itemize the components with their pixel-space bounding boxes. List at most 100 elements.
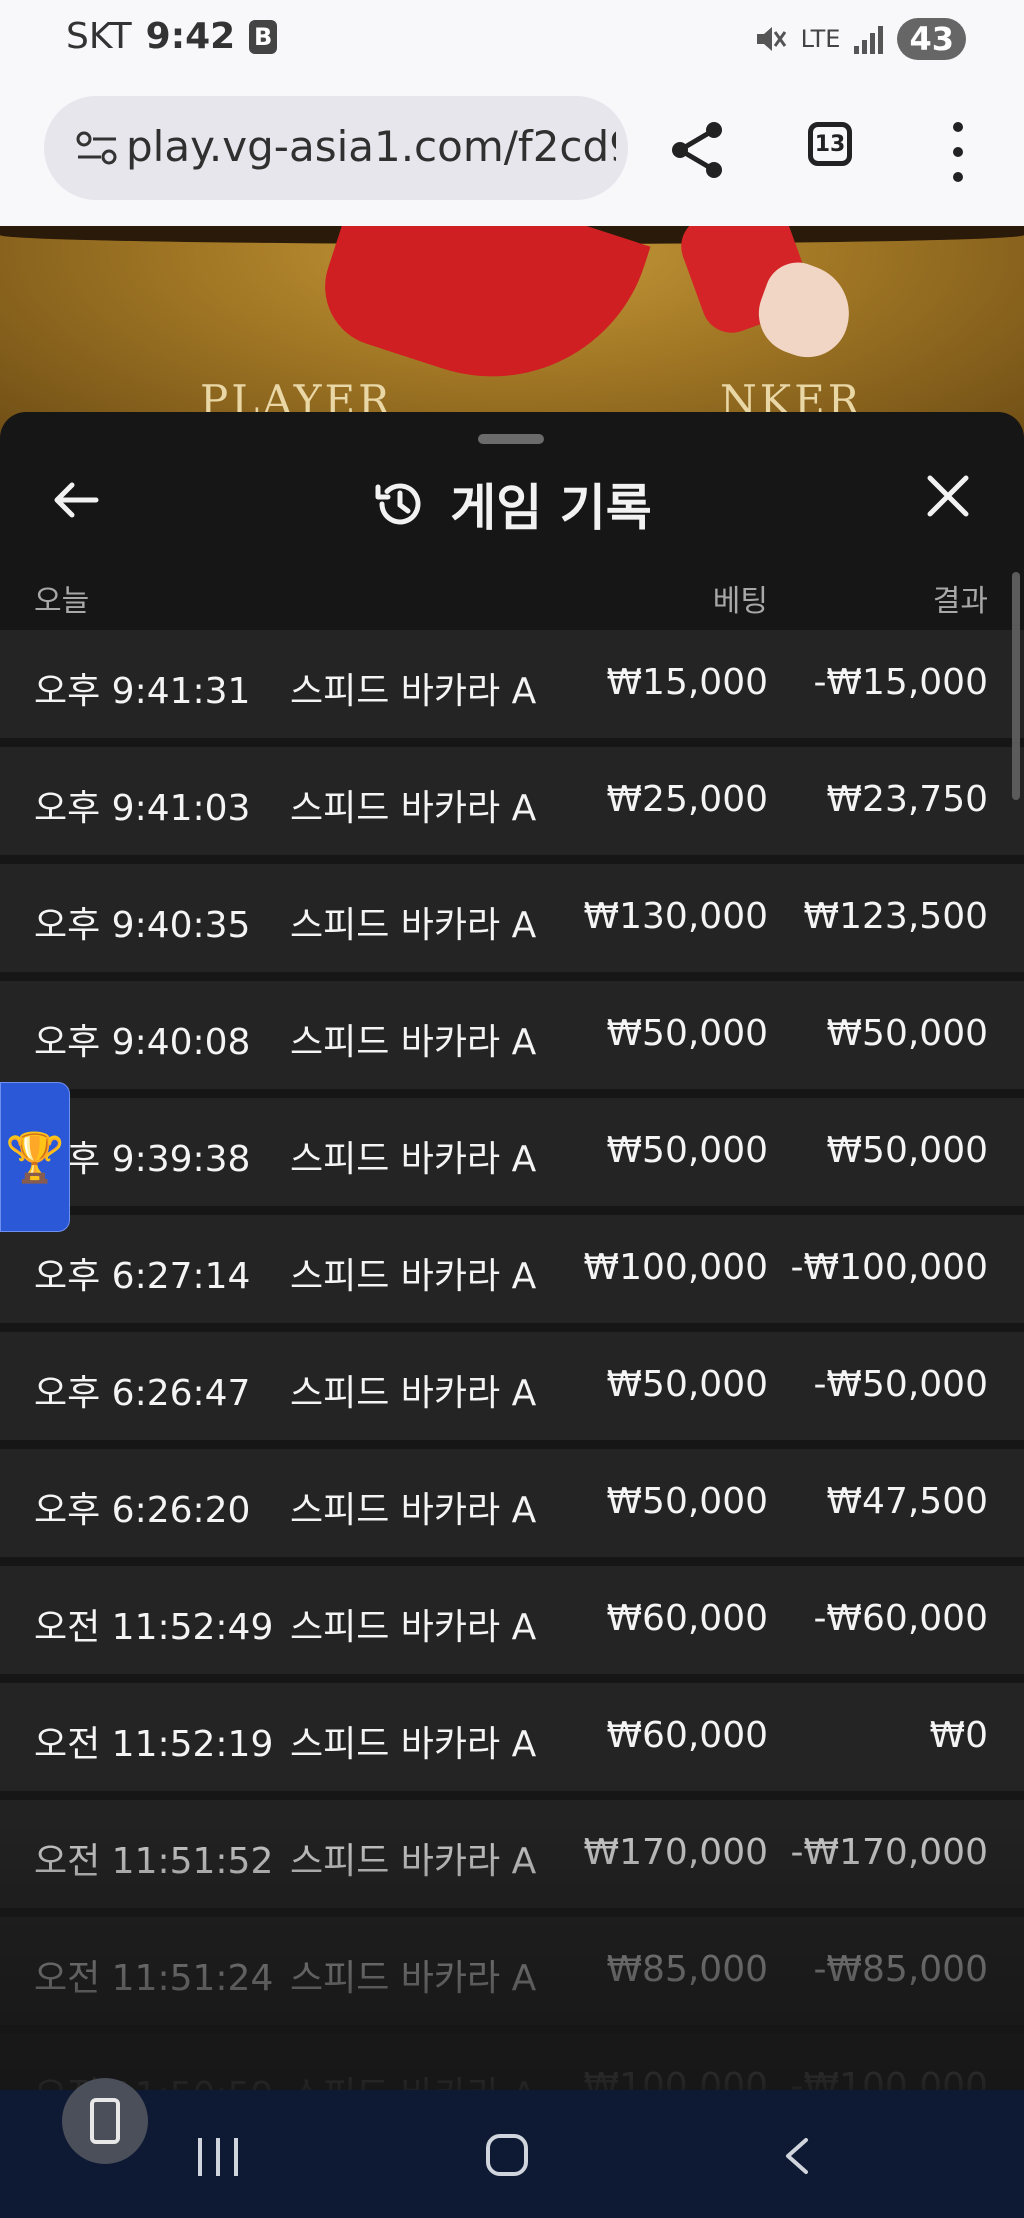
game-history-panel: 게임 기록 오늘 베팅 결과 오후 9:41:31 스피드 바카라 A ₩15,… bbox=[0, 412, 1024, 2092]
row-result: -₩100,000 bbox=[790, 1247, 988, 1288]
history-row[interactable]: 오전 11:52:19 스피드 바카라 A ₩60,000 ₩0 bbox=[0, 1683, 1024, 1791]
tab-switcher-button[interactable]: 13 bbox=[808, 122, 852, 166]
share-icon[interactable] bbox=[666, 118, 730, 182]
battery-indicator: 43 bbox=[897, 18, 966, 60]
recents-button[interactable] bbox=[198, 2138, 238, 2176]
row-game: 스피드 바카라 A bbox=[290, 1139, 537, 1180]
row-bet: ₩60,000 bbox=[606, 1715, 768, 1756]
row-game: 스피드 바카라 A bbox=[290, 2066, 536, 2092]
signal-icon bbox=[854, 24, 884, 54]
row-game: 스피드 바카라 A bbox=[290, 1724, 537, 1765]
trophy-icon: 🏆 bbox=[5, 1129, 65, 1186]
row-result: -₩60,000 bbox=[813, 1598, 988, 1639]
home-button[interactable] bbox=[486, 2134, 528, 2176]
close-icon[interactable] bbox=[922, 470, 974, 522]
row-time: 오전 11:50:59 bbox=[34, 2066, 273, 2092]
history-row[interactable]: 오후 6:26:47 스피드 바카라 A ₩50,000 -₩50,000 bbox=[0, 1332, 1024, 1440]
history-row[interactable]: 오후 6:27:14 스피드 바카라 A ₩100,000 -₩100,000 bbox=[0, 1215, 1024, 1323]
history-icon bbox=[375, 483, 421, 525]
system-nav-bar bbox=[0, 2078, 1024, 2218]
row-time: 오후 6:27:14 bbox=[34, 1256, 251, 1297]
header-bet: 베팅 bbox=[712, 584, 768, 619]
row-game: 스피드 바카라 A bbox=[290, 1490, 537, 1531]
header-date: 오늘 bbox=[34, 584, 90, 619]
history-row[interactable]: 오전 11:50:59 스피드 바카라 A ₩100,000 -₩100,000 bbox=[0, 2034, 1024, 2092]
scrollbar[interactable] bbox=[1012, 572, 1020, 800]
panel-header: 게임 기록 bbox=[0, 468, 1024, 540]
more-menu-icon[interactable] bbox=[946, 122, 970, 182]
row-result: ₩50,000 bbox=[826, 1013, 988, 1054]
row-time: 오후 6:26:47 bbox=[34, 1373, 251, 1414]
history-row[interactable]: 오후 9:41:31 스피드 바카라 A ₩15,000 -₩15,000 bbox=[0, 630, 1024, 738]
row-bet: ₩25,000 bbox=[606, 779, 768, 820]
row-result: ₩47,500 bbox=[826, 1481, 988, 1522]
row-game: 스피드 바카라 A bbox=[290, 905, 537, 946]
history-row[interactable]: 오후 9:40:08 스피드 바카라 A ₩50,000 ₩50,000 bbox=[0, 981, 1024, 1089]
row-result: -₩85,000 bbox=[813, 1949, 988, 1990]
history-row[interactable]: 오전 11:52:49 스피드 바카라 A ₩60,000 -₩60,000 bbox=[0, 1566, 1024, 1674]
b-app-icon: B bbox=[249, 19, 278, 54]
row-bet: ₩100,000 bbox=[583, 2066, 768, 2092]
row-game: 스피드 바카라 A bbox=[290, 1607, 537, 1648]
url-text[interactable]: play.vg-asia1.com/f2cd9c bbox=[126, 122, 616, 171]
row-result: -₩100,000 bbox=[790, 2066, 988, 2092]
row-game: 스피드 바카라 A bbox=[290, 1958, 537, 1999]
row-game: 스피드 바카라 A bbox=[290, 1373, 537, 1414]
status-time: 9:42 bbox=[145, 16, 236, 57]
row-time: 오후 9:40:08 bbox=[34, 1022, 251, 1063]
row-time: 오전 11:52:19 bbox=[34, 1724, 274, 1765]
history-list: 오후 9:41:31 스피드 바카라 A ₩15,000 -₩15,000 오후… bbox=[0, 630, 1024, 2092]
row-game: 스피드 바카라 A bbox=[290, 1022, 537, 1063]
row-game: 스피드 바카라 A bbox=[290, 788, 537, 829]
row-bet: ₩50,000 bbox=[606, 1364, 768, 1405]
history-row[interactable]: 오전 11:51:24 스피드 바카라 A ₩85,000 -₩85,000 bbox=[0, 1917, 1024, 2025]
site-settings-icon[interactable] bbox=[76, 130, 118, 166]
row-bet: ₩130,000 bbox=[583, 896, 768, 937]
browser-toolbar: play.vg-asia1.com/f2cd9c 13 bbox=[0, 78, 1024, 226]
row-bet: ₩50,000 bbox=[606, 1013, 768, 1054]
network-label: LTE bbox=[800, 25, 841, 53]
row-time: 오후 6:26:20 bbox=[34, 1490, 251, 1531]
row-time: 오전 11:52:49 bbox=[34, 1607, 274, 1648]
row-result: -₩15,000 bbox=[813, 662, 988, 703]
row-bet: ₩100,000 bbox=[583, 1247, 768, 1288]
phone-icon bbox=[90, 2098, 120, 2144]
history-row[interactable]: 오후 9:39:38 스피드 바카라 A ₩50,000 ₩50,000 bbox=[0, 1098, 1024, 1206]
history-row[interactable]: 오후 6:26:20 스피드 바카라 A ₩50,000 ₩47,500 bbox=[0, 1449, 1024, 1557]
row-time: 오후 9:41:31 bbox=[34, 671, 251, 712]
row-time: 오후 9:40:35 bbox=[34, 905, 251, 946]
row-result: ₩123,500 bbox=[803, 896, 988, 937]
row-bet: ₩85,000 bbox=[606, 1949, 768, 1990]
row-result: ₩50,000 bbox=[826, 1130, 988, 1171]
history-row[interactable]: 오후 9:40:35 스피드 바카라 A ₩130,000 ₩123,500 bbox=[0, 864, 1024, 972]
row-time: 오전 11:51:52 bbox=[34, 1841, 274, 1882]
row-game: 스피드 바카라 A bbox=[290, 1841, 537, 1882]
row-bet: ₩50,000 bbox=[606, 1130, 768, 1171]
row-game: 스피드 바카라 A bbox=[290, 1256, 537, 1297]
drag-handle[interactable] bbox=[478, 434, 544, 444]
trophy-side-tab[interactable]: 🏆 bbox=[0, 1082, 70, 1232]
row-result: -₩50,000 bbox=[813, 1364, 988, 1405]
history-row[interactable]: 오후 9:41:03 스피드 바카라 A ₩25,000 ₩23,750 bbox=[0, 747, 1024, 855]
row-bet: ₩15,000 bbox=[606, 662, 768, 703]
table-header: 오늘 베팅 결과 bbox=[0, 562, 1024, 626]
history-row[interactable]: 오전 11:51:52 스피드 바카라 A ₩170,000 -₩170,000 bbox=[0, 1800, 1024, 1908]
row-result: ₩23,750 bbox=[826, 779, 988, 820]
status-left: SKT 9:42 B bbox=[66, 16, 278, 57]
status-bar: SKT 9:42 B LTE 43 bbox=[0, 0, 1024, 78]
row-result: -₩170,000 bbox=[790, 1832, 988, 1873]
nav-back-icon[interactable] bbox=[778, 2136, 818, 2176]
rotate-screen-button[interactable] bbox=[62, 2078, 148, 2164]
panel-title: 게임 기록 bbox=[450, 479, 652, 537]
carrier-label: SKT bbox=[66, 16, 132, 57]
mute-icon bbox=[756, 27, 786, 51]
row-time: 오전 11:51:24 bbox=[34, 1958, 274, 1999]
row-bet: ₩170,000 bbox=[583, 1832, 768, 1873]
header-result: 결과 bbox=[932, 584, 988, 619]
row-result: ₩0 bbox=[929, 1715, 989, 1756]
row-time: 오후 9:41:03 bbox=[34, 788, 251, 829]
status-right: LTE 43 bbox=[753, 18, 966, 60]
address-bar[interactable]: play.vg-asia1.com/f2cd9c bbox=[44, 96, 628, 200]
row-bet: ₩50,000 bbox=[606, 1481, 768, 1522]
row-game: 스피드 바카라 A bbox=[290, 671, 537, 712]
